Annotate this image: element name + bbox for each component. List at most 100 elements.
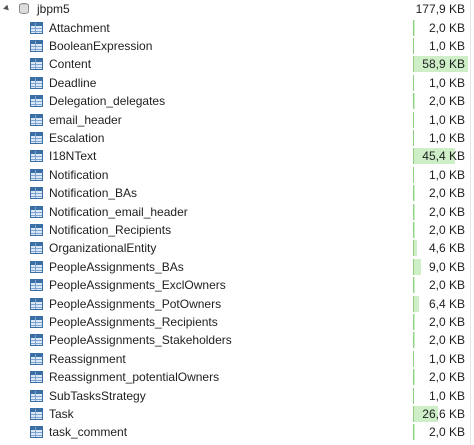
tree-item-label: Attachment xyxy=(49,20,110,35)
table-icon xyxy=(30,352,43,365)
tree-item-size: 2,0 KB xyxy=(428,186,465,201)
size-usage-bar xyxy=(413,369,415,386)
tree-item-size: 9,0 KB xyxy=(428,259,465,274)
tree-item-size: 2,0 KB xyxy=(428,333,465,348)
size-usage-bar xyxy=(413,387,414,404)
tree-item-size: 1,0 KB xyxy=(428,75,465,90)
tree-item-size: 2,0 KB xyxy=(428,278,465,293)
tree-item-label: PeopleAssignments_Recipients xyxy=(49,315,218,330)
tree-item-row[interactable]: Reassignment 1,0 KB xyxy=(0,350,474,368)
table-icon xyxy=(30,223,43,236)
tree-item-row[interactable]: Content 58,9 KB xyxy=(0,55,474,73)
tree-item-label: Reassignment_potentialOwners xyxy=(49,370,220,385)
table-icon xyxy=(30,150,43,163)
tree-item-size: 2,0 KB xyxy=(428,370,465,385)
tree-item-label: Reassignment xyxy=(49,351,126,366)
tree-item-label: PeopleAssignments_PotOwners xyxy=(49,296,222,311)
tree-item-row[interactable]: Delegation_delegates 2,0 KB xyxy=(0,92,474,110)
table-icon xyxy=(30,315,43,328)
table-icon xyxy=(30,131,43,144)
expand-arrow-icon[interactable] xyxy=(3,4,11,13)
table-icon xyxy=(30,187,43,200)
size-usage-bar xyxy=(413,332,415,349)
size-usage-bar xyxy=(413,313,415,330)
size-usage-bar xyxy=(413,295,419,312)
tree-item-size: 2,0 KB xyxy=(428,204,465,219)
table-icon xyxy=(30,168,43,181)
table-icon xyxy=(30,426,43,439)
table-icon xyxy=(30,242,43,255)
column-divider xyxy=(470,0,471,445)
tree-item-label: OrganizationalEntity xyxy=(49,241,157,256)
table-icon xyxy=(30,76,43,89)
table-icon xyxy=(30,407,43,420)
tree-root-row[interactable]: jbpm5 177,9 KB xyxy=(0,0,474,18)
tree-item-row[interactable]: BooleanExpression 1,0 KB xyxy=(0,37,474,55)
size-usage-bar xyxy=(413,37,414,54)
tree-item-row[interactable]: Notification_BAs 2,0 KB xyxy=(0,184,474,202)
tree-item-row[interactable]: Task 26,6 KB xyxy=(0,405,474,423)
tree-item-row[interactable]: task_comment 2,0 KB xyxy=(0,423,474,441)
tree-item-label: Notification_Recipients xyxy=(49,223,172,238)
table-icon xyxy=(30,39,43,52)
tree-item-size: 1,0 KB xyxy=(428,351,465,366)
table-icon xyxy=(30,95,43,108)
tree-item-size: 1,0 KB xyxy=(428,39,465,54)
tree-item-row[interactable]: PeopleAssignments_Stakeholders 2,0 KB xyxy=(0,331,474,349)
tree-item-label: PeopleAssignments_Stakeholders xyxy=(49,333,232,348)
tree-item-row[interactable]: Reassignment_potentialOwners 2,0 KB xyxy=(0,368,474,386)
tree-item-size: 4,6 KB xyxy=(428,241,465,256)
tree-item-label: Delegation_delegates xyxy=(49,94,166,109)
tree-item-size: 2,0 KB xyxy=(428,223,465,238)
tree-root-label: jbpm5 xyxy=(37,2,70,17)
size-usage-bar xyxy=(413,19,415,36)
tree-item-size: 6,4 KB xyxy=(428,296,465,311)
tree-item-row[interactable]: Notification 1,0 KB xyxy=(0,166,474,184)
tree-item-label: Escalation xyxy=(49,131,105,146)
tree-item-size: 1,0 KB xyxy=(428,388,465,403)
tree-root-size: 177,9 KB xyxy=(415,2,465,17)
size-usage-bar xyxy=(413,185,415,202)
tree-item-label: Deadline xyxy=(49,75,97,90)
tree-item-size: 1,0 KB xyxy=(428,167,465,182)
tree-item-size: 2,0 KB xyxy=(428,315,465,330)
tree-item-label: email_header xyxy=(49,112,122,127)
tree-item-row[interactable]: SubTasksStrategy 1,0 KB xyxy=(0,387,474,405)
size-usage-bar xyxy=(413,277,415,294)
tree-item-label: I18NText xyxy=(49,149,97,164)
tree-item-row[interactable]: Notification_Recipients 2,0 KB xyxy=(0,221,474,239)
tree-item-row[interactable]: PeopleAssignments_Recipients 2,0 KB xyxy=(0,313,474,331)
size-usage-bar xyxy=(413,93,415,110)
tree-item-row[interactable]: email_header 1,0 KB xyxy=(0,111,474,129)
tree-item-row[interactable]: Deadline 1,0 KB xyxy=(0,74,474,92)
tree-item-row[interactable]: Attachment 2,0 KB xyxy=(0,19,474,37)
size-usage-bar xyxy=(413,350,414,367)
tree-item-size: 26,6 KB xyxy=(422,407,465,422)
tree-item-label: task_comment xyxy=(49,425,128,440)
tree-item-row[interactable]: PeopleAssignments_ExclOwners 2,0 KB xyxy=(0,276,474,294)
tree-item-label: BooleanExpression xyxy=(49,39,153,54)
tree-item-row[interactable]: I18NText 45,4 KB xyxy=(0,147,474,165)
table-icon xyxy=(30,21,43,34)
tree-item-label: Notification_email_header xyxy=(49,204,188,219)
tree-item-size: 2,0 KB xyxy=(428,425,465,440)
tree-item-row[interactable]: PeopleAssignments_BAs 9,0 KB xyxy=(0,258,474,276)
tree-item-row[interactable]: OrganizationalEntity 4,6 KB xyxy=(0,239,474,257)
tree-item-row[interactable]: PeopleAssignments_PotOwners 6,4 KB xyxy=(0,295,474,313)
tree-item-label: Notification xyxy=(49,167,109,182)
tree-item-label: Content xyxy=(49,57,92,72)
tree-item-label: PeopleAssignments_BAs xyxy=(49,259,184,274)
tree-item-row[interactable]: Notification_email_header 2,0 KB xyxy=(0,203,474,221)
tree-item-row[interactable]: Escalation 1,0 KB xyxy=(0,129,474,147)
size-usage-bar xyxy=(413,74,414,91)
database-icon xyxy=(19,3,29,15)
tree-item-label: PeopleAssignments_ExclOwners xyxy=(49,278,226,293)
tree-item-label: Task xyxy=(49,407,74,422)
table-icon xyxy=(30,371,43,384)
table-icon xyxy=(30,205,43,218)
size-usage-bar xyxy=(413,203,415,220)
size-usage-bar xyxy=(413,129,414,146)
table-icon xyxy=(30,334,43,347)
table-icon xyxy=(30,389,43,402)
size-usage-bar xyxy=(413,240,418,257)
